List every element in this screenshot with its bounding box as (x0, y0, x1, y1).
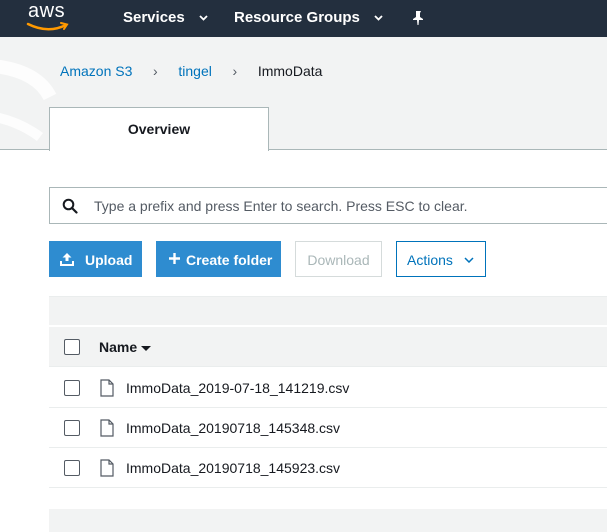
table-row[interactable]: ImmoData_2019-07-18_141219.csv (49, 368, 607, 408)
search-input[interactable] (94, 188, 594, 223)
table-toolbar (49, 296, 607, 325)
services-label: Services (123, 9, 185, 26)
row-checkbox[interactable] (64, 460, 80, 476)
top-navigation-bar: aws Services Resource Groups (0, 0, 607, 37)
resource-groups-menu[interactable]: Resource Groups (234, 9, 383, 26)
chevron-down-icon (199, 15, 208, 21)
table-row[interactable]: ImmoData_20190718_145348.csv (49, 408, 607, 448)
actions-dropdown[interactable]: Actions (396, 241, 486, 277)
create-folder-button[interactable]: Create folder (156, 241, 281, 277)
table-footer (49, 509, 607, 532)
plus-icon (169, 253, 180, 264)
search-icon (62, 198, 78, 214)
column-header-name-label: Name (99, 339, 138, 355)
aws-logo[interactable]: aws (24, 0, 74, 37)
chevron-down-icon (374, 15, 383, 21)
file-icon (100, 379, 114, 397)
upload-icon (60, 253, 74, 266)
services-menu[interactable]: Services (123, 9, 208, 26)
resource-groups-label: Resource Groups (234, 9, 360, 26)
pin-icon[interactable] (410, 10, 426, 26)
breadcrumb: Amazon S3 › tingel › ImmoData (60, 63, 322, 79)
breadcrumb-current-folder: ImmoData (257, 63, 323, 79)
sort-descending-icon (141, 345, 152, 351)
breadcrumb-bucket[interactable]: tingel (178, 63, 211, 79)
download-button[interactable]: Download (295, 241, 382, 277)
file-icon (100, 459, 114, 477)
search-box (49, 187, 607, 224)
breadcrumb-separator: › (232, 63, 238, 79)
row-checkbox[interactable] (64, 380, 80, 396)
column-header-name[interactable]: Name (99, 339, 152, 355)
chevron-down-icon (464, 257, 474, 263)
table-row[interactable]: ImmoData_20190718_145923.csv (49, 448, 607, 488)
breadcrumb-amazon-s3[interactable]: Amazon S3 (60, 63, 132, 79)
upload-label: Upload (85, 252, 133, 268)
select-all-checkbox[interactable] (64, 339, 80, 355)
file-name[interactable]: ImmoData_20190718_145348.csv (126, 420, 340, 436)
tab-overview[interactable]: Overview (49, 107, 269, 151)
actions-label: Actions (407, 252, 453, 268)
file-icon (100, 419, 114, 437)
file-name[interactable]: ImmoData_20190718_145923.csv (126, 460, 340, 476)
create-folder-label: Create folder (186, 252, 273, 268)
aws-smile-icon (26, 22, 69, 31)
aws-logo-text: aws (28, 0, 66, 22)
table-header: Name (49, 327, 607, 367)
row-checkbox[interactable] (64, 420, 80, 436)
breadcrumb-separator: › (153, 63, 158, 79)
file-name[interactable]: ImmoData_2019-07-18_141219.csv (126, 380, 349, 396)
upload-button[interactable]: Upload (49, 241, 142, 277)
